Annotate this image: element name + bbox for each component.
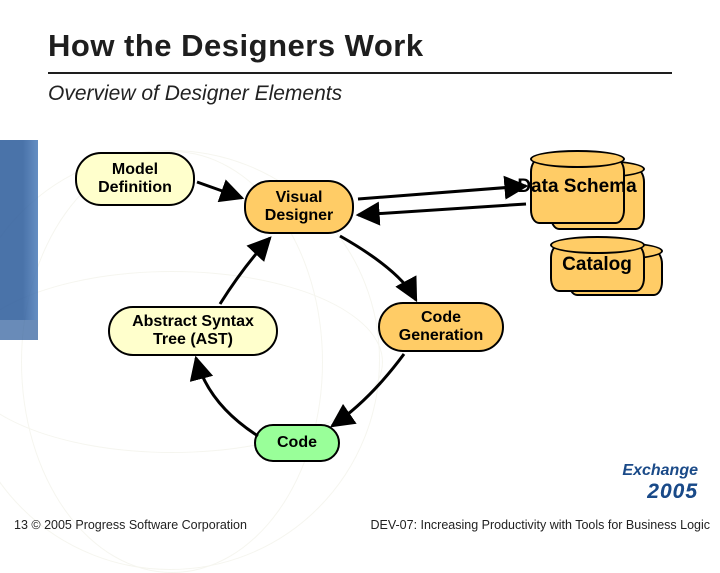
node-label: Code Generation — [399, 309, 483, 346]
node-abstract-syntax-tree: Abstract Syntax Tree (AST) — [108, 306, 278, 356]
brand-logo: Exchange 2005 — [622, 462, 698, 504]
node-model-definition: Model Definition — [75, 152, 195, 206]
slide-title: How the Designers Work — [48, 28, 424, 64]
slide-number: 13 — [14, 518, 28, 532]
copyright: © 2005 Progress Software Corporation — [31, 518, 247, 532]
brand-name: Exchange — [622, 462, 698, 480]
slide-subtitle: Overview of Designer Elements — [48, 82, 342, 106]
node-visual-designer: Visual Designer — [244, 180, 354, 234]
cylinder-label: Data Schema — [517, 176, 636, 198]
brand-year: 2005 — [622, 480, 698, 504]
cylinder-catalog: Catalog — [550, 240, 660, 300]
cylinder-data-schema: Data Schema — [530, 150, 640, 230]
node-code: Code — [254, 424, 340, 462]
node-label: Code — [277, 434, 317, 452]
node-label: Model Definition — [98, 161, 172, 198]
node-label: Visual Designer — [265, 189, 333, 226]
cylinder-label: Catalog — [562, 254, 632, 276]
title-underline — [48, 72, 672, 74]
footer-right: DEV-07: Increasing Productivity with Too… — [370, 518, 710, 532]
side-accent-bar-bottom — [0, 320, 38, 340]
footer-left: 13 © 2005 Progress Software Corporation — [14, 518, 247, 532]
session-code: DEV-07: Increasing Productivity with Too… — [370, 518, 710, 532]
node-label: Abstract Syntax Tree (AST) — [132, 313, 254, 350]
side-accent-bar — [0, 140, 38, 320]
node-code-generation: Code Generation — [378, 302, 504, 352]
